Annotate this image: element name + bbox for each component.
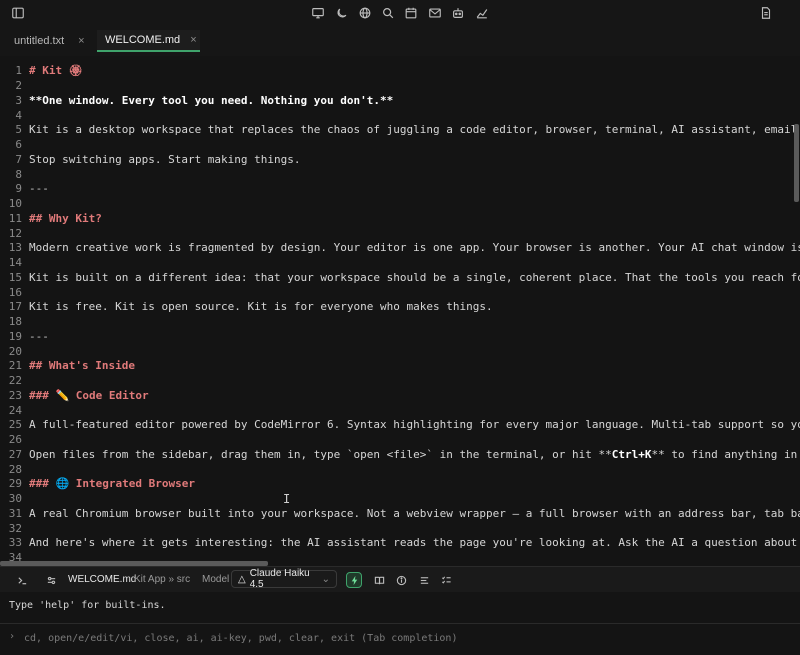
chevron-down-icon: ⌄ bbox=[321, 573, 330, 585]
sidebar-toggle-icon[interactable] bbox=[10, 5, 26, 21]
line-number: 14 bbox=[8, 256, 22, 269]
close-icon[interactable]: × bbox=[78, 35, 84, 47]
line-number: 17 bbox=[8, 300, 22, 313]
editor-line: Stop switching apps. Start making things… bbox=[29, 153, 301, 166]
terminal-icon[interactable] bbox=[14, 572, 30, 588]
text-cursor-icon: I bbox=[283, 492, 291, 506]
line-number: 16 bbox=[8, 286, 22, 299]
globe-icon[interactable] bbox=[357, 5, 373, 21]
line-number: 7 bbox=[15, 153, 22, 166]
mail-icon[interactable] bbox=[427, 5, 443, 21]
line-number: 20 bbox=[8, 345, 22, 358]
line-number: 6 bbox=[15, 138, 22, 151]
terminal-input[interactable] bbox=[22, 628, 796, 648]
line-number: 31 bbox=[8, 507, 22, 520]
tab-untitled[interactable]: untitled.txt × bbox=[6, 30, 93, 52]
editor-line: **One window. Every tool you need. Nothi… bbox=[29, 94, 394, 107]
checklist-icon[interactable] bbox=[438, 572, 454, 588]
calendar-icon[interactable] bbox=[403, 5, 419, 21]
sliders-icon[interactable] bbox=[43, 572, 59, 588]
chart-icon[interactable] bbox=[474, 5, 490, 21]
editor-line: ## What's Inside bbox=[29, 359, 135, 372]
line-number: 30 bbox=[8, 492, 22, 505]
editor-line: Open files from the sidebar, drag them i… bbox=[29, 447, 800, 462]
code-editor[interactable]: 1 # Kit 🏵 2 3 **One window. Every tool you… bbox=[0, 56, 800, 566]
terminal-input-row: › bbox=[0, 623, 800, 650]
editor-line: Kit is built on a different idea: that y… bbox=[29, 271, 800, 284]
editor-line: # Kit 🏵 bbox=[29, 64, 83, 77]
editor-line: ### 🌐 Integrated Browser bbox=[29, 477, 196, 490]
document-icon[interactable] bbox=[758, 5, 774, 21]
line-number: 1 bbox=[15, 64, 22, 77]
line-number: 22 bbox=[8, 374, 22, 387]
info-icon[interactable] bbox=[393, 572, 409, 588]
editor-line: --- bbox=[29, 330, 49, 343]
search-icon[interactable] bbox=[380, 5, 396, 21]
status-path: Kit App » src bbox=[134, 574, 191, 585]
bolt-icon[interactable] bbox=[346, 572, 362, 588]
tab-label: untitled.txt bbox=[14, 35, 65, 47]
line-number: 10 bbox=[8, 197, 22, 210]
line-number: 3 bbox=[15, 94, 22, 107]
tab-bar: untitled.txt × WELCOME.md × bbox=[0, 26, 800, 54]
align-left-icon[interactable] bbox=[416, 572, 432, 588]
editor-line: A full-featured editor powered by CodeMi… bbox=[29, 418, 800, 431]
line-number: 21 bbox=[8, 359, 22, 372]
top-toolbar bbox=[0, 0, 800, 26]
triangle-icon: △ bbox=[238, 573, 246, 585]
line-number: 25 bbox=[8, 418, 22, 431]
vertical-scrollbar[interactable] bbox=[794, 124, 799, 202]
status-file: WELCOME.md bbox=[68, 574, 137, 585]
editor-line: Kit is free. Kit is open source. Kit is … bbox=[29, 300, 493, 313]
line-number: 9 bbox=[15, 182, 22, 195]
model-label: Model bbox=[202, 574, 230, 585]
editor-line: Kit is a desktop workspace that replaces… bbox=[29, 123, 800, 136]
editor-line: A real Chromium browser built into your … bbox=[29, 507, 800, 520]
line-number: 13 bbox=[8, 241, 22, 254]
book-icon[interactable] bbox=[371, 572, 387, 588]
monitor-icon[interactable] bbox=[310, 5, 326, 21]
line-number: 8 bbox=[15, 168, 22, 181]
line-number: 18 bbox=[8, 315, 22, 328]
line-segment-bold: Ctrl+K bbox=[611, 448, 652, 461]
line-number: 19 bbox=[8, 330, 22, 343]
line-number: 27 bbox=[8, 448, 22, 461]
editor-line: --- bbox=[29, 182, 49, 195]
line-number: 24 bbox=[8, 404, 22, 417]
status-bar: WELCOME.md Kit App » src Model △ Claude … bbox=[0, 566, 800, 593]
line-number: 28 bbox=[8, 463, 22, 476]
line-segment: ** to find anything in you bbox=[651, 448, 798, 461]
line-number: 26 bbox=[8, 433, 22, 446]
line-number: 32 bbox=[8, 522, 22, 535]
model-select[interactable]: △ Claude Haiku 4.5 ⌄ bbox=[231, 568, 337, 590]
line-number: 4 bbox=[15, 109, 22, 122]
prompt-icon: › bbox=[9, 631, 16, 642]
model-value: Claude Haiku 4.5 bbox=[249, 568, 310, 590]
terminal-panel: Type 'help' for built-ins. › bbox=[0, 592, 800, 655]
line-number: 23 bbox=[8, 389, 22, 402]
terminal-output: Type 'help' for built-ins. bbox=[9, 600, 166, 611]
editor-line: Modern creative work is fragmented by de… bbox=[29, 241, 800, 254]
bot-icon[interactable] bbox=[450, 5, 466, 21]
close-icon[interactable]: × bbox=[190, 34, 196, 46]
line-number: 5 bbox=[15, 123, 22, 136]
line-number: 11 bbox=[8, 212, 22, 225]
line-number: 15 bbox=[8, 271, 22, 284]
line-number: 33 bbox=[8, 536, 22, 549]
line-number: 2 bbox=[15, 79, 22, 92]
line-segment: Open files from the sidebar, drag them i… bbox=[29, 448, 612, 461]
editor-line: ### ✏️ Code Editor bbox=[29, 389, 149, 402]
editor-line: And here's where it gets interesting: th… bbox=[29, 536, 800, 549]
editor-line: ## Why Kit? bbox=[29, 212, 102, 225]
line-number: 29 bbox=[8, 477, 22, 490]
moon-icon[interactable] bbox=[334, 5, 350, 21]
tab-label: WELCOME.md bbox=[105, 34, 181, 46]
tab-welcome[interactable]: WELCOME.md × bbox=[97, 30, 200, 52]
line-number: 12 bbox=[8, 227, 22, 240]
